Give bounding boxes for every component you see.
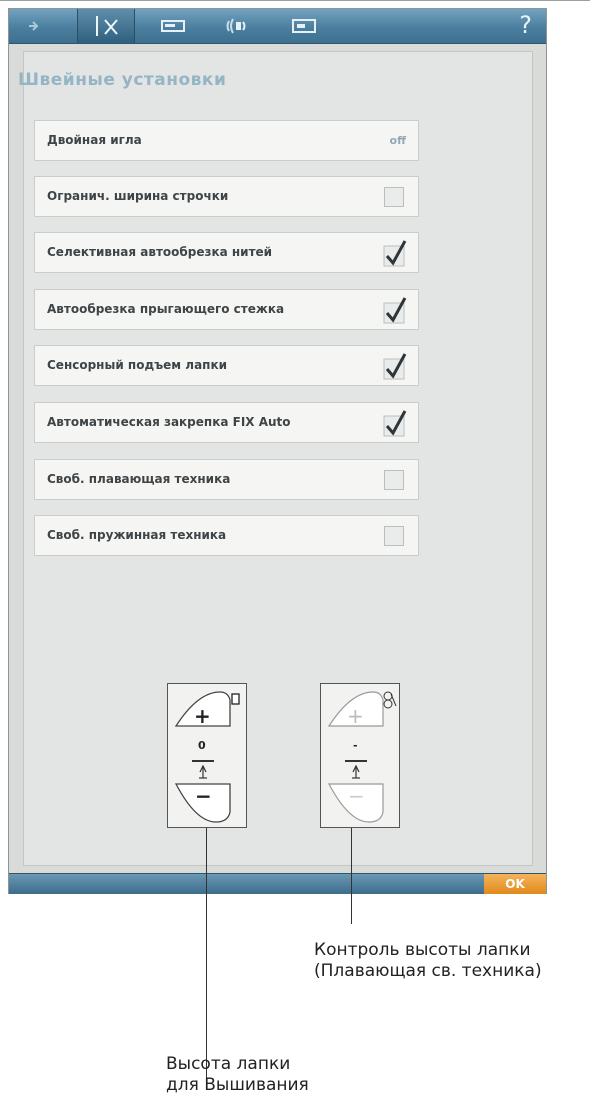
foot-height-down-label: − — [195, 784, 212, 808]
sound-settings-tab[interactable] — [214, 9, 264, 43]
top-rule — [0, 0, 590, 1]
setting-row-sensor-presser-foot-lift: Сенсорный подъем лапки — [34, 345, 419, 386]
setting-row-twin-needle[interactable]: Двойная игла off — [34, 120, 419, 161]
sewing-settings-tab-icon — [96, 16, 118, 36]
embroidery-foot-height-control: + 0 − — [167, 683, 247, 828]
caption-line: Контроль высоты лапки — [314, 940, 531, 960]
setting-row-selective-thread-cutter: Селективная автообрезка нитей — [34, 232, 419, 273]
setting-row-free-motion-spring: Своб. пружинная техника — [34, 515, 419, 556]
callout-line-left — [206, 828, 207, 1080]
foot-height-up-label: + — [194, 704, 211, 728]
spring-foot-icon — [383, 691, 397, 709]
setting-row-label: Своб. пружинная техника — [47, 528, 227, 542]
twin-needle-value[interactable]: off — [390, 134, 406, 147]
setting-row-label: Огранич. ширина строчки — [47, 189, 229, 203]
setting-row-stitch-width-limit: Огранич. ширина строчки — [34, 176, 419, 217]
foot-height-up-button[interactable]: + — [182, 704, 222, 730]
machine-info-tab[interactable] — [279, 9, 329, 43]
caption-line: Высота лапки — [166, 1054, 291, 1074]
sensor-presser-foot-lift-checkbox[interactable] — [380, 351, 408, 381]
floating-height-down-button[interactable]: − — [335, 784, 375, 814]
embroidery-tab-icon — [29, 21, 39, 31]
caption-floating-foot-height: Контроль высоты лапки (Плавающая св. тех… — [314, 940, 542, 982]
bottom-bar: OK — [9, 873, 546, 894]
machine-info-tab-icon — [292, 19, 316, 33]
auto-fix-checkbox[interactable] — [380, 408, 408, 438]
setting-row-label: Автообрезка прыгающего стежка — [47, 302, 285, 316]
page-title: Швейные установки — [18, 70, 227, 90]
setting-row-free-motion-floating: Своб. плавающая техника — [34, 459, 419, 500]
setting-row-label: Автоматическая закрепка FIX Auto — [47, 415, 291, 429]
floating-height-value: - — [353, 739, 358, 752]
sewing-settings-tab[interactable] — [77, 9, 135, 43]
selective-thread-cutter-checkbox[interactable] — [380, 238, 408, 268]
machine-settings-tab-icon — [161, 20, 185, 32]
setting-row-jump-stitch-trim: Автообрезка прыгающего стежка — [34, 289, 419, 330]
setting-row-label: Двойная игла — [47, 133, 142, 147]
caption-line: для Вышивания — [166, 1075, 309, 1095]
foot-height-value: 0 — [198, 739, 206, 752]
machine-settings-tab[interactable] — [149, 9, 199, 43]
jump-stitch-trim-checkbox[interactable] — [380, 295, 408, 325]
top-toolbar: ? — [9, 9, 546, 44]
embroidery-tab[interactable] — [19, 9, 59, 43]
sound-settings-tab-icon — [226, 18, 246, 34]
help-button[interactable]: ? — [519, 11, 532, 39]
caption-line: (Плавающая св. техника) — [314, 961, 542, 981]
floating-foot-height-control: + - − — [320, 683, 400, 828]
free-motion-floating-checkbox[interactable] — [384, 470, 404, 490]
setting-row-label: Сенсорный подъем лапки — [47, 358, 228, 372]
setting-row-label: Своб. плавающая техника — [47, 472, 231, 486]
floating-height-down-label: − — [348, 784, 365, 808]
setting-row-auto-fix: Автоматическая закрепка FIX Auto — [34, 402, 419, 443]
caption-embroidery-foot-height: Высота лапки для Вышивания — [166, 1054, 309, 1096]
floating-height-up-button[interactable]: + — [335, 704, 375, 730]
ok-button[interactable]: OK — [484, 874, 546, 894]
foot-height-down-button[interactable]: − — [182, 784, 222, 814]
callout-line-right — [351, 828, 352, 924]
stitch-width-limit-checkbox[interactable] — [384, 187, 404, 207]
setting-row-label: Селективная автообрезка нитей — [47, 245, 273, 259]
free-motion-spring-checkbox[interactable] — [384, 526, 404, 546]
presser-foot-icon — [231, 693, 240, 705]
floating-height-up-label: + — [347, 704, 364, 728]
